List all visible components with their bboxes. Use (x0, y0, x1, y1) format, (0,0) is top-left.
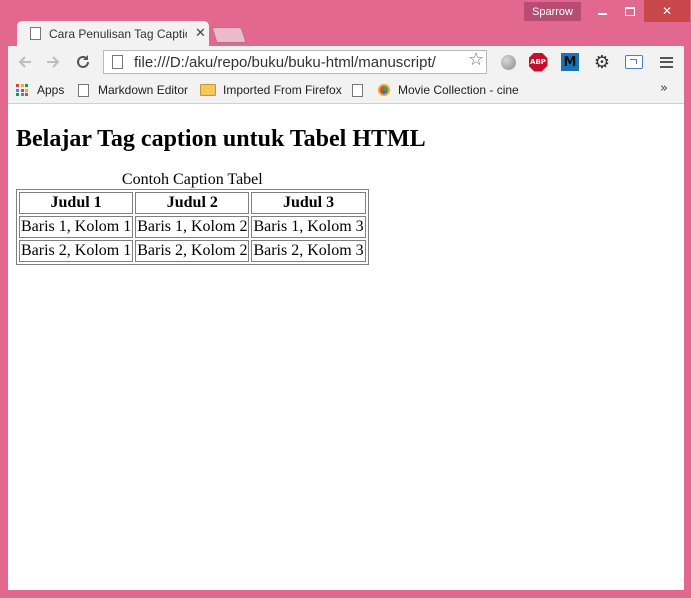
bookmark-label: Markdown Editor (98, 83, 189, 97)
forward-arrow-icon[interactable] (41, 50, 65, 74)
table-header-cell: Judul 1 (19, 192, 134, 214)
bookmark-markdown-editor[interactable]: Markdown Editor (78, 79, 188, 101)
bookmark-label: Movie Collection - cine (398, 83, 519, 97)
demo-table: Contoh Caption Tabel Judul 1 Judul 2 Jud… (16, 171, 369, 265)
gear-icon[interactable]: ⚙ (592, 52, 612, 73)
bookmark-label: Imported From Firefox (223, 83, 342, 97)
tab-title: Cara Penulisan Tag Caption (49, 26, 187, 41)
page-icon (352, 83, 363, 97)
browser-toolbar: file:///D:/aku/repo/buku/buku-html/manus… (8, 46, 684, 79)
table-cell: Baris 2, Kolom 1 (19, 240, 134, 262)
profile-name-badge[interactable]: Sparrow (524, 2, 581, 21)
bookmark-label: Apps (37, 83, 65, 97)
table-cell: Baris 2, Kolom 3 (251, 240, 366, 262)
bookmarks-bar: Apps Markdown Editor Imported From Firef… (8, 79, 684, 104)
star-icon[interactable]: ☆ (468, 49, 484, 70)
maximize-button[interactable] (616, 0, 644, 22)
menu-icon[interactable] (656, 52, 676, 72)
table-row: Baris 2, Kolom 1 Baris 2, Kolom 2 Baris … (19, 240, 366, 262)
bookmark-untitled[interactable] (352, 79, 366, 101)
close-window-button[interactable]: ✕ (644, 0, 690, 22)
table-row: Baris 1, Kolom 1 Baris 1, Kolom 2 Baris … (19, 216, 366, 238)
bookmark-apps[interactable]: Apps (16, 79, 64, 101)
page-icon (30, 27, 41, 40)
page-icon (112, 55, 123, 69)
page-content: Belajar Tag caption untuk Tabel HTML Con… (8, 104, 684, 590)
table-cell: Baris 1, Kolom 3 (251, 216, 366, 238)
cast-icon[interactable] (624, 52, 644, 72)
table-header-row: Judul 1 Judul 2 Judul 3 (19, 192, 366, 214)
adblock-plus-icon[interactable]: ABP (528, 52, 548, 72)
table-cell: Baris 1, Kolom 1 (19, 216, 134, 238)
tab-active[interactable]: Cara Penulisan Tag Caption ✕ (17, 21, 209, 46)
globe-extension-icon[interactable] (498, 52, 518, 72)
close-icon: ✕ (661, 4, 673, 18)
apps-dot (25, 88, 28, 92)
apps-dot (20, 84, 24, 87)
bookmark-folder-imported[interactable]: Imported From Firefox (200, 79, 342, 101)
apps-dot (16, 84, 19, 87)
m-extension-icon[interactable]: M (560, 52, 580, 72)
table-cell: Baris 1, Kolom 2 (135, 216, 250, 238)
url-text[interactable]: file:///D:/aku/repo/buku/buku-html/manus… (134, 54, 436, 71)
minimize-button[interactable] (588, 0, 616, 22)
back-arrow-icon[interactable] (13, 50, 37, 74)
apps-icon (16, 84, 28, 96)
page-heading: Belajar Tag caption untuk Tabel HTML (16, 126, 426, 152)
tab-close-icon[interactable]: ✕ (195, 26, 206, 41)
reload-icon[interactable] (71, 50, 95, 74)
apps-dot (16, 93, 19, 96)
apps-dot (16, 88, 19, 92)
address-bar[interactable]: file:///D:/aku/repo/buku/buku-html/manus… (103, 50, 487, 74)
table-cell: Baris 2, Kolom 2 (135, 240, 250, 262)
movie-icon (378, 84, 390, 96)
new-tab-button[interactable] (211, 27, 247, 43)
apps-dot (20, 93, 24, 96)
bookmarks-overflow-chevron-icon[interactable]: » (660, 81, 668, 96)
browser-window: Sparrow ✕ Cara Penulisan Tag Caption ✕ f… (0, 0, 691, 598)
apps-dot (25, 84, 28, 87)
table-header-cell: Judul 2 (135, 192, 250, 214)
table-header-cell: Judul 3 (251, 192, 366, 214)
minimize-icon (597, 13, 607, 15)
table-caption: Contoh Caption Tabel (121, 171, 263, 188)
maximize-icon (625, 6, 635, 16)
page-icon (78, 83, 89, 97)
apps-dot (25, 93, 28, 96)
apps-dot (20, 88, 24, 92)
bookmark-movie-collection[interactable]: Movie Collection - cine (378, 79, 528, 101)
folder-icon (200, 84, 216, 96)
